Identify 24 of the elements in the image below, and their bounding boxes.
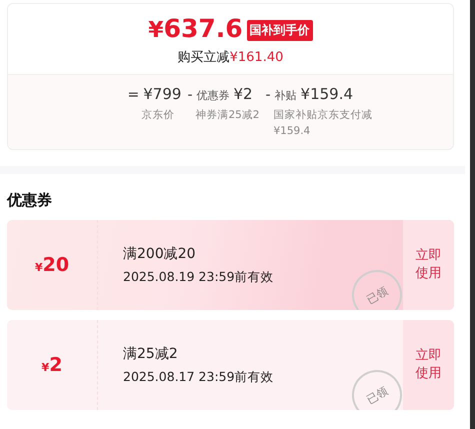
price-badge: 国补到手价 xyxy=(246,20,313,40)
use-now-button[interactable]: 立即使用 xyxy=(403,320,454,410)
coupon-condition: 满200减20 xyxy=(123,244,196,262)
breakdown-value: ¥799 xyxy=(143,85,182,103)
operator: = xyxy=(128,87,140,103)
final-price: ¥637.6 xyxy=(148,13,243,45)
savings-text: 购买立减¥161.40 xyxy=(178,49,284,66)
use-now-button[interactable]: 立即使用 xyxy=(403,220,454,310)
breakdown-note: 国家补贴京东支付减¥159.4 xyxy=(272,108,374,139)
operator: - xyxy=(187,87,192,103)
coupon-validity: 2025.08.19 23:59前有效 xyxy=(123,268,274,286)
coupon-amount: ¥20 xyxy=(34,254,70,276)
breakdown-label: 补贴 xyxy=(274,88,297,103)
breakdown-value: ¥159.4 xyxy=(300,85,354,103)
coupon-condition: 满25减2 xyxy=(123,344,178,362)
operator: - xyxy=(265,87,271,103)
breakdown-value: ¥2 xyxy=(234,85,253,103)
section-title: 优惠券 xyxy=(7,191,53,210)
breakdown-note: 神券满25减2 xyxy=(194,108,260,123)
scrollbar[interactable] xyxy=(470,0,475,429)
coupon-validity: 2025.08.17 23:59前有效 xyxy=(123,368,274,386)
breakdown-note: 京东价 xyxy=(140,108,176,123)
coupon-amount: ¥2 xyxy=(42,354,62,376)
breakdown-label: 优惠券 xyxy=(196,88,230,103)
